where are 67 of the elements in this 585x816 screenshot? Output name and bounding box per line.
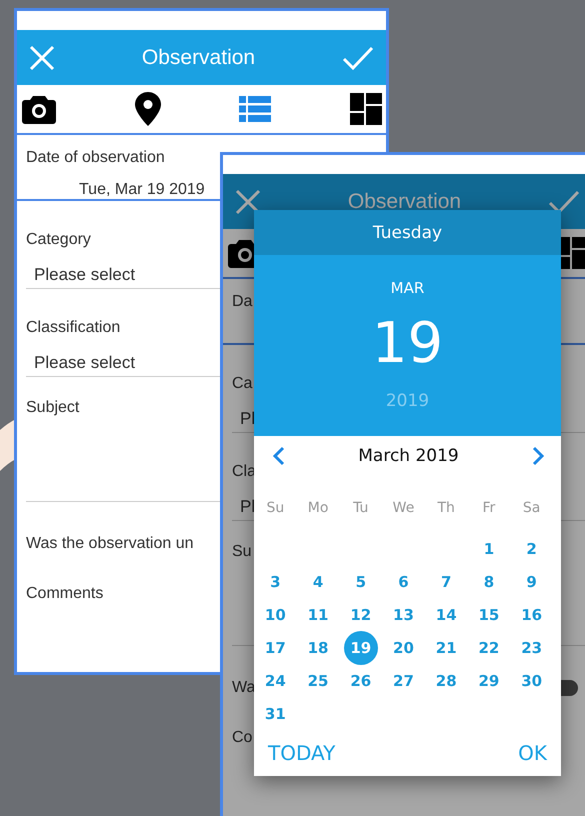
calendar-day[interactable]: 11 <box>301 599 336 630</box>
close-icon[interactable] <box>235 188 261 214</box>
calendar-day[interactable]: 30 <box>514 665 549 696</box>
year-label: 2019 <box>386 390 430 412</box>
calendar-day[interactable]: 23 <box>514 632 549 664</box>
calendar-day[interactable]: 20 <box>386 632 420 664</box>
calendar-day[interactable]: 16 <box>514 599 549 630</box>
field-label: Date of observation <box>26 148 165 168</box>
calendar-day[interactable]: 9 <box>514 566 549 597</box>
calendar-day[interactable]: 8 <box>472 566 506 597</box>
screen-title: Observation <box>348 190 462 214</box>
weekday-label: Sa <box>522 500 540 516</box>
calendar-day[interactable]: 12 <box>344 599 378 630</box>
close-icon[interactable] <box>29 44 55 70</box>
calendar-day[interactable]: 31 <box>258 698 292 729</box>
month-title: March 2019 <box>358 446 459 466</box>
weekday-title: Tuesday <box>372 222 442 242</box>
dialog-button[interactable]: TODAY <box>266 739 338 767</box>
calendar-day[interactable]: 15 <box>472 599 506 630</box>
calendar-day[interactable]: 13 <box>386 599 420 630</box>
field-label: Ca <box>232 374 252 394</box>
calendar-day[interactable]: 14 <box>429 599 464 630</box>
calendar-day[interactable]: 27 <box>386 665 420 696</box>
field-label: Comments <box>26 584 104 604</box>
calendar-day[interactable]: 18 <box>301 632 336 664</box>
check-icon[interactable] <box>548 188 580 214</box>
calendar-day[interactable]: 25 <box>301 665 336 696</box>
calendar-day[interactable]: 1 <box>472 533 506 564</box>
field-label: Classification <box>26 318 120 338</box>
weekday-label: Fr <box>482 500 496 516</box>
field-label: Subject <box>26 398 80 418</box>
field-label: Category <box>26 230 91 250</box>
dialog-button[interactable]: OK <box>516 739 549 767</box>
calendar-day[interactable]: 21 <box>429 632 464 664</box>
field-label: Da <box>232 292 252 312</box>
field-label: Was the observation un <box>26 534 194 554</box>
calendar-day[interactable]: 6 <box>386 566 420 597</box>
calendar-day[interactable]: 2 <box>514 533 549 564</box>
camera-icon[interactable] <box>22 94 56 124</box>
field-label: Su <box>232 542 252 562</box>
calendar-day[interactable]: 17 <box>258 632 292 664</box>
calendar-day[interactable]: 22 <box>472 632 506 664</box>
dashboard-icon[interactable] <box>350 93 382 125</box>
calendar-day[interactable]: 7 <box>429 566 464 597</box>
list-icon[interactable] <box>239 96 272 122</box>
calendar-day[interactable]: 10 <box>258 599 292 630</box>
calendar-day[interactable]: 5 <box>344 566 378 597</box>
calendar-day[interactable]: 28 <box>429 665 464 696</box>
weekday-label: Th <box>437 500 455 516</box>
weekday-label: Mo <box>308 500 328 516</box>
weekday-label: Su <box>266 500 284 516</box>
field-label: Co <box>232 728 252 748</box>
calendar-day[interactable]: 26 <box>344 665 378 696</box>
map-pin-icon[interactable] <box>134 92 161 126</box>
calendar-day[interactable]: 24 <box>258 665 292 696</box>
month-label: MAR <box>390 278 424 298</box>
calendar-day[interactable]: 3 <box>258 566 292 597</box>
chevron-left-icon <box>272 446 286 466</box>
chevron-right-icon <box>531 446 545 466</box>
weekday-label: We <box>392 500 414 516</box>
calendar-day[interactable]: 19 <box>344 631 378 665</box>
screen-title: Observation <box>142 46 256 70</box>
calendar-day[interactable]: 4 <box>301 566 336 597</box>
weekday-label: Tu <box>353 500 368 516</box>
check-icon[interactable] <box>342 44 374 70</box>
field-label: Wa <box>232 678 256 698</box>
calendar-day[interactable]: 29 <box>472 665 506 696</box>
